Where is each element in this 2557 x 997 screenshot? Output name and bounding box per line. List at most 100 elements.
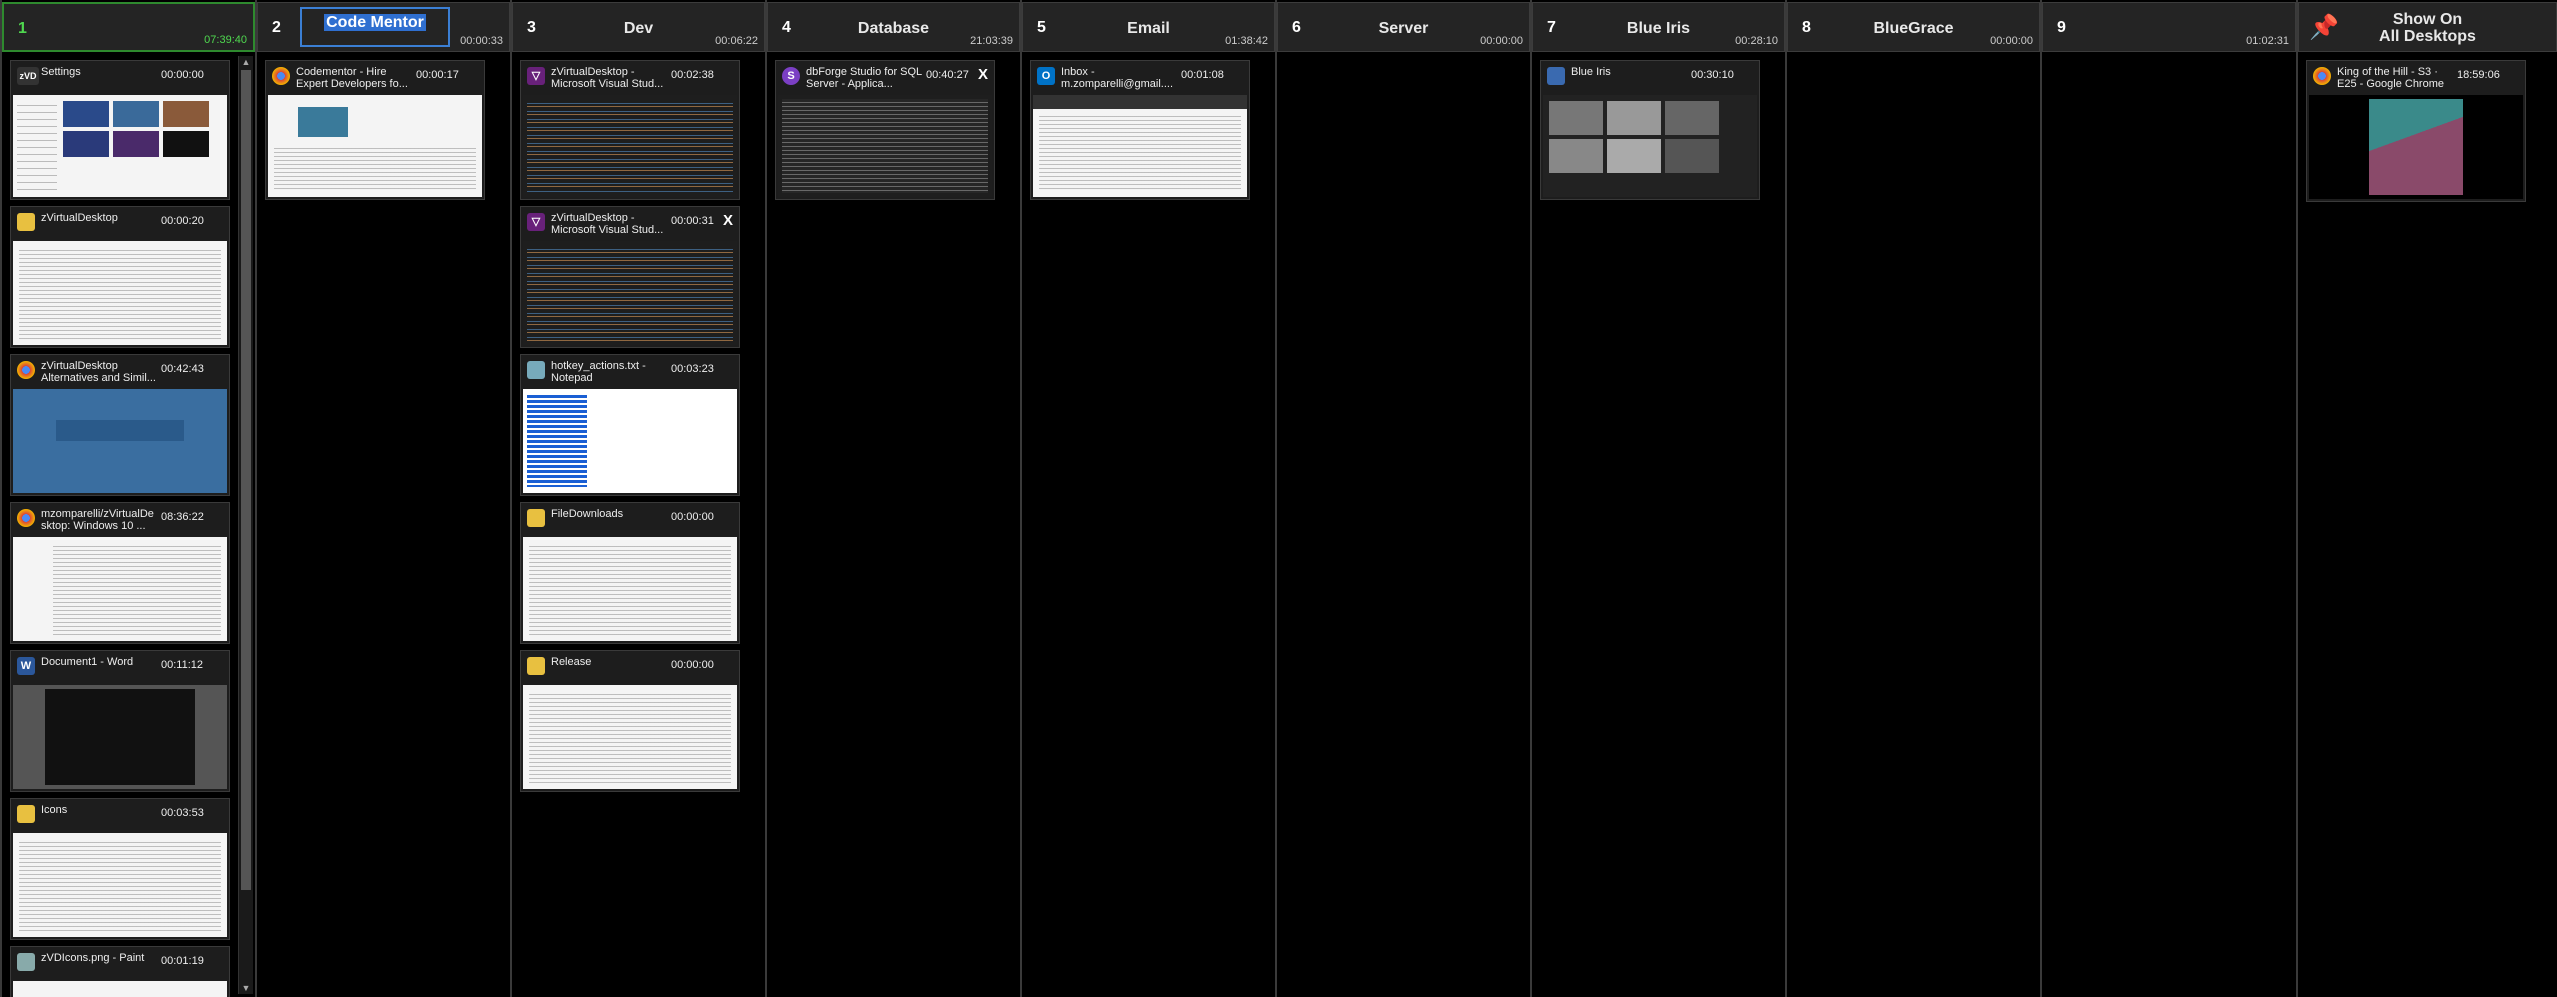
outlook-icon: O — [1037, 67, 1055, 85]
desktop-3-header[interactable]: 3 Dev 00:06:22 — [512, 2, 765, 52]
paint-icon — [17, 953, 35, 971]
window-thumbnail — [778, 95, 992, 197]
desktop-5-column[interactable]: 5 Email 01:38:42 O Inbox - m.zomparelli@… — [1020, 0, 1275, 997]
scroll-up-arrow-icon[interactable]: ▲ — [239, 56, 253, 68]
window-title: Document1 - Word — [41, 656, 134, 668]
window-time: 00:00:17 — [416, 69, 459, 81]
window-card-dbforge[interactable]: S dbForge Studio for SQL Server - Applic… — [775, 60, 995, 200]
window-title: Blue Iris — [1571, 66, 1611, 78]
desktop-4-column[interactable]: 4 Database 21:03:39 S dbForge Studio for… — [765, 0, 1020, 997]
window-card-codementor[interactable]: Codementor - Hire Expert Developers fo..… — [265, 60, 485, 200]
folder-icon — [17, 213, 35, 231]
window-card-blue-iris[interactable]: Blue Iris 00:30:10 — [1540, 60, 1760, 200]
window-title: zVirtualDesktop — [41, 212, 118, 224]
desktop-6-column[interactable]: 6 Server 00:00:00 — [1275, 0, 1530, 997]
window-thumbnail — [13, 833, 227, 937]
chrome-icon — [17, 361, 35, 379]
window-card-word[interactable]: W Document1 - Word 00:11:12 — [10, 650, 230, 792]
desktop-4-header[interactable]: 4 Database 21:03:39 — [767, 2, 1020, 52]
folder-icon — [527, 657, 545, 675]
desktop-number: 9 — [2057, 19, 2066, 36]
desktop-time: 01:38:42 — [1225, 35, 1268, 47]
scrollbar-thumb[interactable] — [241, 70, 251, 890]
desktop-8-header[interactable]: 8 BlueGrace 00:00:00 — [1787, 2, 2040, 52]
visual-studio-icon: ▽ — [527, 213, 545, 231]
window-thumbnail — [13, 95, 227, 197]
window-thumbnail — [13, 981, 227, 997]
window-thumbnail — [1543, 95, 1757, 197]
window-thumbnail — [1033, 95, 1247, 197]
window-time: 00:11:12 — [161, 659, 204, 671]
desktop-name: Code Mentor — [324, 14, 426, 31]
desktop-9-column[interactable]: 9 01:02:31 — [2040, 0, 2296, 997]
pinned-header[interactable]: 📌 Show On All Desktops — [2298, 2, 2557, 52]
window-card-vs-1[interactable]: ▽ zVirtualDesktop - Microsoft Visual Stu… — [520, 60, 740, 200]
desktop-1-header[interactable]: 1 07:39:40 — [2, 2, 255, 52]
window-time: 00:01:08 — [1181, 69, 1224, 81]
desktop-6-header[interactable]: 6 Server 00:00:00 — [1277, 2, 1530, 52]
desktop-name-rename-field[interactable]: Code Mentor — [300, 7, 450, 47]
window-title: Release — [551, 656, 592, 668]
desktop-1-column[interactable]: 1 07:39:40 zVD Settings 00:00:00 zVirtua… — [0, 0, 255, 997]
window-time: 00:03:23 — [671, 363, 714, 375]
close-window-button[interactable]: X — [723, 212, 733, 229]
word-icon: W — [17, 657, 35, 675]
zvd-icon: zVD — [17, 67, 39, 85]
window-card-outlook[interactable]: O Inbox - m.zomparelli@gmail.... 00:01:0… — [1030, 60, 1250, 200]
desktop-1-scrollbar[interactable]: ▲ ▼ — [238, 56, 253, 994]
window-title: zVDIcons.png - Paint — [41, 952, 145, 964]
desktop-5-header[interactable]: 5 Email 01:38:42 — [1022, 2, 1275, 52]
desktop-7-header[interactable]: 7 Blue Iris 00:28:10 — [1532, 2, 1785, 52]
visual-studio-icon: ▽ — [527, 67, 545, 85]
window-card-paint[interactable]: zVDIcons.png - Paint 00:01:19 — [10, 946, 230, 997]
window-title: FileDownloads — [551, 508, 624, 520]
desktop-3-column[interactable]: 3 Dev 00:06:22 ▽ zVirtualDesktop - Micro… — [510, 0, 765, 997]
window-title: Settings — [41, 66, 81, 78]
desktop-time: 07:39:40 — [204, 34, 247, 46]
desktop-2-header[interactable]: 2 Code Mentor 00:00:33 — [257, 2, 510, 52]
window-card-settings[interactable]: zVD Settings 00:00:00 — [10, 60, 230, 200]
window-card-notepad[interactable]: hotkey_actions.txt - Notepad 00:03:23 — [520, 354, 740, 496]
desktop-time: 00:00:33 — [460, 35, 503, 47]
window-title: Codementor - Hire Expert Developers fo..… — [296, 66, 408, 90]
scroll-down-arrow-icon[interactable]: ▼ — [239, 982, 253, 994]
desktop-2-column[interactable]: 2 Code Mentor 00:00:33 Codementor - Hire… — [255, 0, 510, 997]
window-time: 00:00:20 — [161, 215, 204, 227]
window-time: 18:59:06 — [2457, 69, 2500, 81]
window-title: zVirtualDesktop Alternatives and Simil..… — [41, 360, 156, 384]
window-title: mzomparelli/zVirtualDe sktop: Windows 10… — [41, 508, 154, 532]
window-card-icons-folder[interactable]: Icons 00:03:53 — [10, 798, 230, 940]
window-thumbnail — [13, 685, 227, 789]
close-window-button[interactable]: X — [978, 66, 988, 83]
pinned-column[interactable]: 📌 Show On All Desktops King of the Hill … — [2296, 0, 2557, 997]
window-thumbnail — [268, 95, 482, 197]
window-card-vs-2[interactable]: ▽ zVirtualDesktop - Microsoft Visual Stu… — [520, 206, 740, 348]
desktop-8-column[interactable]: 8 BlueGrace 00:00:00 — [1785, 0, 2040, 997]
window-thumbnail — [523, 389, 737, 493]
desktop-9-header[interactable]: 9 01:02:31 — [2042, 2, 2296, 52]
window-time: 08:36:22 — [161, 511, 204, 523]
window-thumbnail — [13, 241, 227, 345]
desktop-time: 00:06:22 — [715, 35, 758, 47]
desktop-time: 21:03:39 — [970, 35, 1013, 47]
window-card-filedownloads[interactable]: FileDownloads 00:00:00 — [520, 502, 740, 644]
desktop-number: 1 — [18, 20, 27, 37]
window-time: 00:00:31 — [671, 215, 714, 227]
window-title: dbForge Studio for SQL Server - Applica.… — [806, 66, 922, 90]
window-time: 00:00:00 — [161, 69, 204, 81]
window-title: King of the Hill - S3 · E25 - Google Chr… — [2337, 66, 2444, 90]
desktop-time: 01:02:31 — [2246, 35, 2289, 47]
window-thumbnail — [13, 537, 227, 641]
desktop-time: 00:28:10 — [1735, 35, 1778, 47]
window-card-release[interactable]: Release 00:00:00 — [520, 650, 740, 792]
window-time: 00:42:43 — [161, 363, 204, 375]
window-card-alternatives[interactable]: zVirtualDesktop Alternatives and Simil..… — [10, 354, 230, 496]
notepad-icon — [527, 361, 545, 379]
window-card-zvirtualdesktop-folder[interactable]: zVirtualDesktop 00:00:20 — [10, 206, 230, 348]
window-thumbnail — [2309, 95, 2523, 199]
window-card-github[interactable]: mzomparelli/zVirtualDe sktop: Windows 10… — [10, 502, 230, 644]
window-time: 00:00:00 — [671, 659, 714, 671]
window-title: Inbox - m.zomparelli@gmail.... — [1061, 66, 1174, 90]
desktop-7-column[interactable]: 7 Blue Iris 00:28:10 Blue Iris 00:30:10 — [1530, 0, 1785, 997]
window-card-king-of-the-hill[interactable]: King of the Hill - S3 · E25 - Google Chr… — [2306, 60, 2526, 202]
